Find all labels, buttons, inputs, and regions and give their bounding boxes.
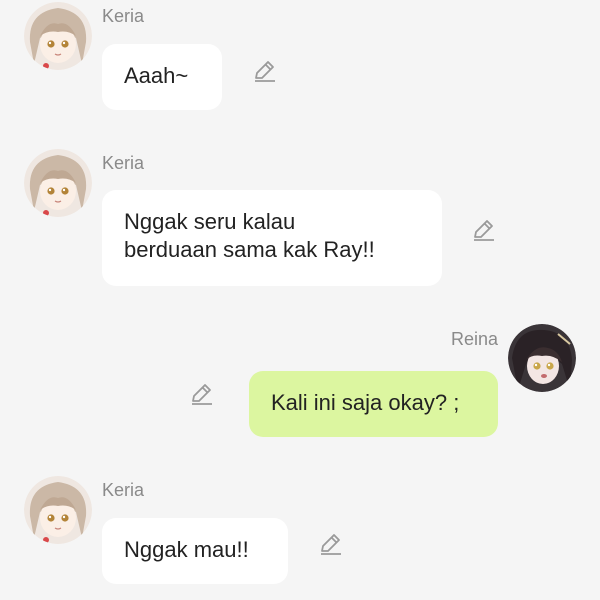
pencil-edit-icon[interactable] <box>318 531 344 557</box>
message-text: Nggak mau!! <box>124 537 249 562</box>
avatar-reina[interactable] <box>508 324 576 392</box>
sender-name: Keria <box>102 153 145 173</box>
message-bubble[interactable]: Aaah~ <box>102 44 222 110</box>
message-text: Aaah~ <box>124 63 189 88</box>
message-text: Nggak seru kalau berduaan sama kak Ray!! <box>124 209 375 262</box>
keria-avatar-icon <box>24 2 92 70</box>
sender-name: Reina <box>450 329 498 349</box>
avatar-keria[interactable] <box>24 2 92 70</box>
keria-avatar-icon <box>24 149 92 217</box>
message-bubble[interactable]: Nggak seru kalau berduaan sama kak Ray!! <box>102 190 442 286</box>
message-text: Kali ini saja okay? ; <box>271 390 460 415</box>
pencil-edit-icon[interactable] <box>471 217 497 243</box>
avatar-keria[interactable] <box>24 476 92 544</box>
reina-avatar-icon <box>508 324 576 392</box>
keria-avatar-icon <box>24 476 92 544</box>
message-bubble-self[interactable]: Kali ini saja okay? ; <box>249 371 498 437</box>
avatar-keria[interactable] <box>24 149 92 217</box>
pencil-edit-icon[interactable] <box>189 381 215 407</box>
pencil-edit-icon[interactable] <box>252 58 278 84</box>
sender-name: Keria <box>102 6 145 26</box>
sender-name: Keria <box>102 480 145 500</box>
message-bubble[interactable]: Nggak mau!! <box>102 518 288 584</box>
chat-thread: Keria Aaah~ Keria Nggak seru kalau berdu… <box>0 0 600 600</box>
